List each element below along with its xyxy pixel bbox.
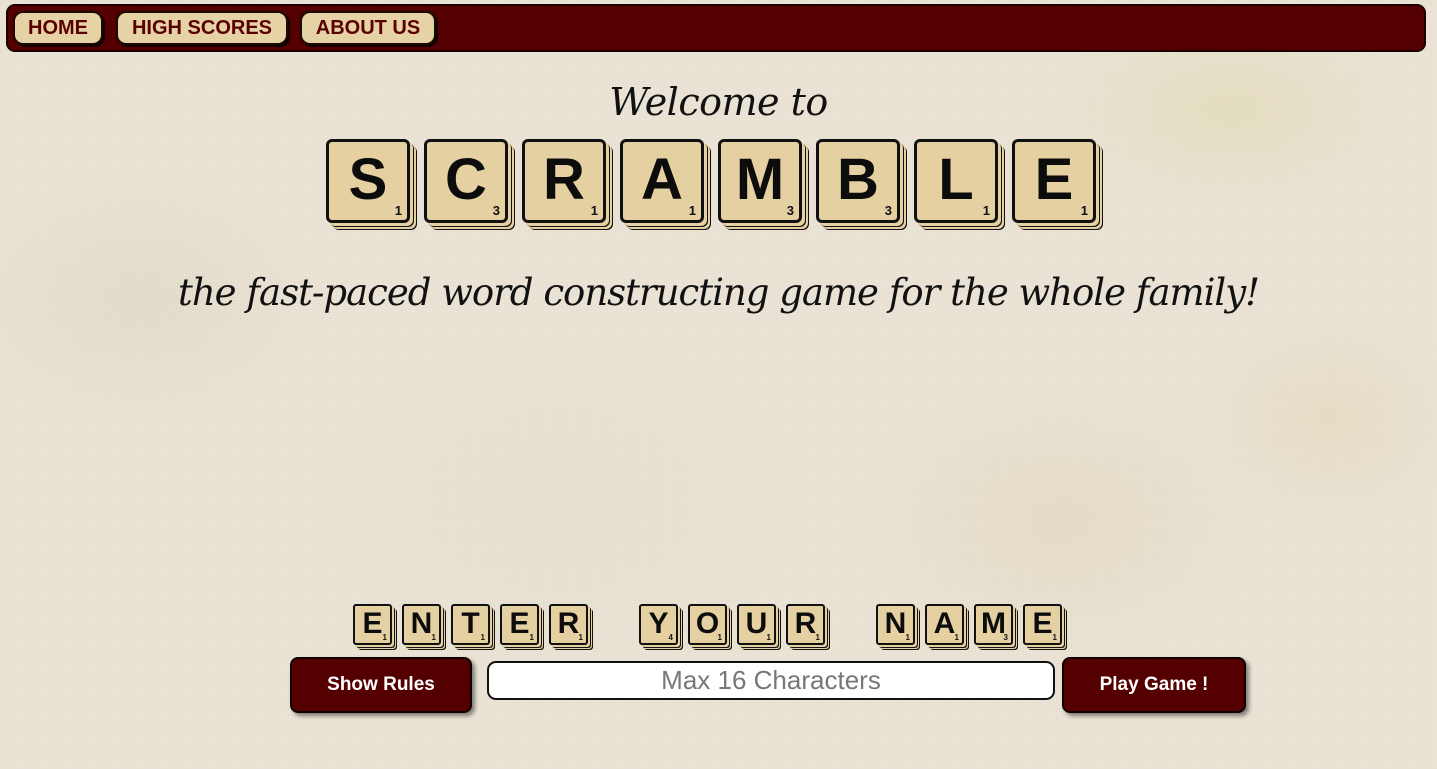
tile-letter: L: [938, 147, 974, 212]
tile-points: 1: [394, 203, 402, 218]
tile-letter: R: [557, 607, 580, 640]
prompt-tile: R1: [549, 604, 588, 645]
tile-points: 3: [1003, 633, 1008, 642]
tile-letter: B: [837, 147, 879, 212]
tile-letter: A: [933, 607, 956, 640]
tile-points: 4: [668, 633, 673, 642]
prompt-tile: E1: [500, 604, 539, 645]
prompt-tile: O1: [688, 604, 727, 645]
tile-letter: E: [362, 607, 383, 640]
prompt-tile: R1: [786, 604, 825, 645]
title-tile: R1: [522, 139, 606, 223]
tile-letter: E: [1034, 147, 1074, 212]
prompt-tile: E1: [353, 604, 392, 645]
tile-letter: R: [543, 147, 585, 212]
title-tile: C3: [424, 139, 508, 223]
tile-points: 1: [815, 633, 820, 642]
tile-points: 1: [717, 633, 722, 642]
enter-your-name-tiles: E1 N1 T1 E1 R1 Y4 O1 U1 R1 N1 A1 M3 E1: [353, 604, 1072, 645]
nav-home-button[interactable]: HOME: [13, 11, 103, 45]
welcome-heading: Welcome to: [609, 80, 828, 124]
tile-points: 1: [982, 203, 990, 218]
tile-letter: S: [348, 147, 388, 212]
prompt-tile: E1: [1023, 604, 1062, 645]
tile-letter: C: [445, 147, 487, 212]
tile-points: 1: [590, 203, 598, 218]
tile-points: 3: [786, 203, 794, 218]
tile-letter: O: [695, 607, 720, 640]
title-tile: A1: [620, 139, 704, 223]
tile-letter: E: [509, 607, 530, 640]
tile-points: 3: [884, 203, 892, 218]
prompt-tile: T1: [451, 604, 490, 645]
tile-points: 1: [431, 633, 436, 642]
prompt-tile: M3: [974, 604, 1013, 645]
nav-high-scores-button[interactable]: HIGH SCORES: [116, 11, 288, 45]
tile-letter: Y: [648, 607, 669, 640]
tile-points: 1: [578, 633, 583, 642]
tile-letter: U: [745, 607, 768, 640]
title-tile: E1: [1012, 139, 1096, 223]
tile-letter: M: [735, 147, 785, 212]
tagline: the fast-paced word constructing game fo…: [177, 271, 1260, 314]
prompt-tile: U1: [737, 604, 776, 645]
tile-letter: A: [641, 147, 683, 212]
scramble-title-tiles: S1 C3 R1 A1 M3 B3 L1 E1: [326, 139, 1110, 223]
tile-letter: R: [794, 607, 817, 640]
show-rules-button[interactable]: Show Rules: [290, 657, 472, 713]
tile-letter: N: [884, 607, 907, 640]
title-tile: B3: [816, 139, 900, 223]
tile-letter: T: [461, 607, 480, 640]
tile-letter: N: [410, 607, 433, 640]
tile-points: 1: [954, 633, 959, 642]
title-tile: L1: [914, 139, 998, 223]
prompt-tile: A1: [925, 604, 964, 645]
nav-about-us-button[interactable]: ABOUT US: [300, 11, 436, 45]
prompt-tile: N1: [402, 604, 441, 645]
tile-points: 3: [492, 203, 500, 218]
top-nav-bar: HOME HIGH SCORES ABOUT US: [6, 4, 1426, 52]
tile-points: 1: [529, 633, 534, 642]
title-tile: M3: [718, 139, 802, 223]
tile-points: 1: [766, 633, 771, 642]
prompt-tile: N1: [876, 604, 915, 645]
tile-points: 1: [1080, 203, 1088, 218]
tile-letter: E: [1032, 607, 1053, 640]
prompt-tile: Y4: [639, 604, 678, 645]
tile-points: 1: [688, 203, 696, 218]
tile-letter: M: [981, 607, 1006, 640]
tile-points: 1: [905, 633, 910, 642]
play-game-button[interactable]: Play Game !: [1062, 657, 1246, 713]
title-tile: S1: [326, 139, 410, 223]
tile-points: 1: [382, 633, 387, 642]
tile-points: 1: [480, 633, 485, 642]
player-name-input[interactable]: [487, 661, 1055, 700]
tile-points: 1: [1052, 633, 1057, 642]
